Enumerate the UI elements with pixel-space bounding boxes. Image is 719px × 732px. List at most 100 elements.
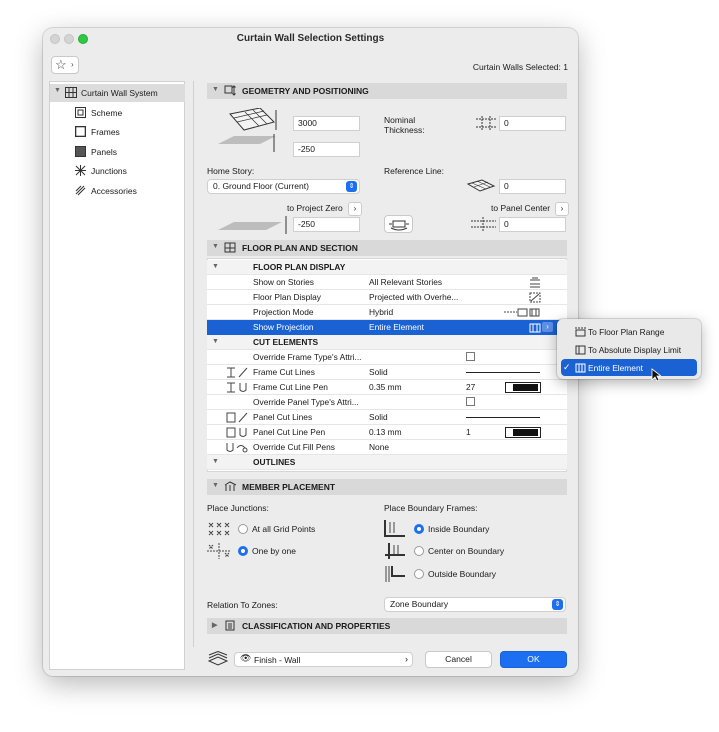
- table-row[interactable]: Panel Cut Line Pen 0.13 mm 1: [207, 425, 567, 440]
- section-floor-plan-title: FLOOR PLAN AND SECTION: [242, 243, 358, 253]
- project-zero-reference-button[interactable]: ›: [348, 202, 362, 216]
- cut-elements-header[interactable]: ▼ CUT ELEMENTS: [207, 335, 567, 350]
- outlines-header[interactable]: ▼ OUTLINES: [207, 455, 567, 470]
- wall-height-preview-icon: [218, 108, 277, 152]
- reference-line-label: Reference Line:: [384, 166, 445, 176]
- solid-line-preview: [466, 372, 540, 373]
- panel-pen-icon: [226, 427, 247, 438]
- absolute-display-limit-icon: [575, 345, 586, 355]
- tree-item-accessories[interactable]: Accessories: [50, 182, 185, 200]
- row-name: Panel Cut Line Pen: [253, 427, 326, 437]
- section-floor-plan[interactable]: ▼ FLOOR PLAN AND SECTION: [207, 240, 567, 256]
- radio-one-by-one[interactable]: [238, 546, 248, 556]
- place-boundary-label: Place Boundary Frames:: [384, 503, 478, 513]
- table-row[interactable]: Show on Stories All Relevant Stories: [207, 275, 567, 290]
- thickness-icon: [476, 116, 496, 130]
- menu-item-entire-element[interactable]: ✓ Entire Element: [561, 359, 697, 376]
- reference-line-input[interactable]: 0: [499, 179, 566, 194]
- tree-label-junctions: Junctions: [91, 166, 127, 176]
- outside-boundary-icon: [385, 566, 405, 582]
- menu-item-label: To Absolute Display Limit: [588, 345, 682, 355]
- menu-item-floor-plan-range[interactable]: To Floor Plan Range: [561, 323, 697, 340]
- table-row[interactable]: Override Cut Fill Pens None: [207, 440, 567, 455]
- radio-center-boundary[interactable]: [414, 546, 424, 556]
- table-row[interactable]: Panel Cut Lines Solid: [207, 410, 567, 425]
- table-row[interactable]: Override Frame Type's Attri...: [207, 350, 567, 365]
- section-geometry[interactable]: ▼ GEOMETRY AND POSITIONING: [207, 83, 567, 99]
- panel-center-input[interactable]: 0: [499, 217, 566, 232]
- override-frame-checkbox[interactable]: [466, 352, 475, 361]
- place-junctions-label: Place Junctions:: [207, 503, 269, 513]
- chevron-down-icon: ▼: [54, 87, 61, 94]
- home-story-select[interactable]: 0. Ground Floor (Current) ⇕: [207, 179, 360, 194]
- pen-swatch-button[interactable]: [505, 427, 541, 438]
- ok-button[interactable]: OK: [500, 651, 567, 668]
- flip-reference-button[interactable]: [384, 215, 413, 233]
- relation-to-zones-select[interactable]: Zone Boundary ⇕: [384, 597, 566, 612]
- pen-swatch-button[interactable]: [505, 382, 541, 393]
- pen-number: 1: [466, 427, 471, 437]
- flip-icon: [389, 220, 409, 231]
- height-input[interactable]: 3000: [293, 116, 360, 131]
- cancel-button[interactable]: Cancel: [425, 651, 492, 668]
- all-grid-points-label: At all Grid Points: [252, 524, 316, 534]
- tree-label-panels: Panels: [91, 147, 117, 157]
- menu-item-absolute-display-limit[interactable]: To Absolute Display Limit: [561, 341, 697, 358]
- row-value: 0.13 mm: [369, 427, 402, 437]
- solid-line-preview: [466, 417, 540, 418]
- favorites-button[interactable]: ☆ ›: [51, 56, 79, 74]
- panels-icon: [75, 146, 86, 157]
- chevron-down-icon: ▼: [212, 86, 219, 93]
- thickness-input[interactable]: 0: [499, 116, 566, 131]
- project-zero-input[interactable]: -250: [293, 217, 360, 232]
- layer-select[interactable]: 👁 Finish - Wall ›: [234, 652, 413, 667]
- radio-outside-boundary[interactable]: [414, 569, 424, 579]
- tree-label-scheme: Scheme: [91, 108, 123, 118]
- panel-center-reference-button[interactable]: ›: [555, 202, 569, 216]
- one-by-one-label: One by one: [252, 546, 296, 556]
- tree-item-curtain-wall-system[interactable]: ▼ Curtain Wall System: [50, 84, 185, 102]
- table-row[interactable]: Override Panel Type's Attri...: [207, 395, 567, 410]
- chevron-down-icon: ▼: [212, 458, 219, 465]
- frame-cut-line-icon: [227, 367, 248, 378]
- relation-to-zones-label: Relation To Zones:: [207, 600, 278, 610]
- panel-cut-line-icon: [226, 412, 248, 423]
- row-name: Override Panel Type's Attri...: [253, 397, 359, 407]
- options-arrow-icon[interactable]: ›: [542, 322, 553, 332]
- section-geometry-title: GEOMETRY AND POSITIONING: [242, 86, 369, 96]
- tree-item-junctions[interactable]: Junctions: [50, 162, 185, 180]
- tree-item-frames[interactable]: Frames: [50, 123, 185, 141]
- star-icon: ☆: [55, 57, 67, 72]
- section-classification[interactable]: ▶ CLASSIFICATION AND PROPERTIES: [207, 618, 567, 634]
- radio-inside-boundary[interactable]: [414, 524, 424, 534]
- table-row[interactable]: Frame Cut Lines Solid: [207, 365, 567, 380]
- radio-all-grid-points[interactable]: [238, 524, 248, 534]
- row-value: Projected with Overhe...: [369, 292, 459, 302]
- scheme-icon: [75, 107, 86, 118]
- tree-item-panels[interactable]: Panels: [50, 143, 185, 161]
- row-name: Panel Cut Lines: [253, 412, 313, 422]
- tree-item-scheme[interactable]: Scheme: [50, 104, 185, 122]
- row-name: Frame Cut Lines: [253, 367, 315, 377]
- curtain-wall-icon: [65, 87, 77, 98]
- all-grid-points-icon: [208, 522, 230, 536]
- row-value: None: [369, 442, 390, 452]
- offset-input[interactable]: -250: [293, 142, 360, 157]
- table-row[interactable]: Frame Cut Line Pen 0.35 mm 27: [207, 380, 567, 395]
- floor-plan-display-header[interactable]: ▼ FLOOR PLAN DISPLAY: [207, 260, 567, 275]
- floor-plan-display-icon: [529, 292, 541, 303]
- cut-elements-title: CUT ELEMENTS: [253, 337, 319, 347]
- override-panel-checkbox[interactable]: [466, 397, 475, 406]
- inside-boundary-icon: [384, 520, 405, 537]
- section-member-placement[interactable]: ▼ MEMBER PLACEMENT: [207, 479, 567, 495]
- chevron-down-icon: ▼: [212, 243, 219, 250]
- window-title: Curtain Wall Selection Settings: [236, 33, 385, 44]
- panel-offset-icon: [471, 217, 496, 231]
- table-row-selected[interactable]: Show Projection Entire Element ›: [207, 320, 567, 335]
- table-row[interactable]: Floor Plan Display Projected with Overhe…: [207, 290, 567, 305]
- reference-line-icon: [466, 179, 496, 192]
- table-row[interactable]: Projection Mode Hybrid: [207, 305, 567, 320]
- frame-pen-icon: [227, 382, 247, 393]
- floor-plan-icon: [224, 242, 236, 253]
- project-zero-preview-icon: [218, 216, 287, 234]
